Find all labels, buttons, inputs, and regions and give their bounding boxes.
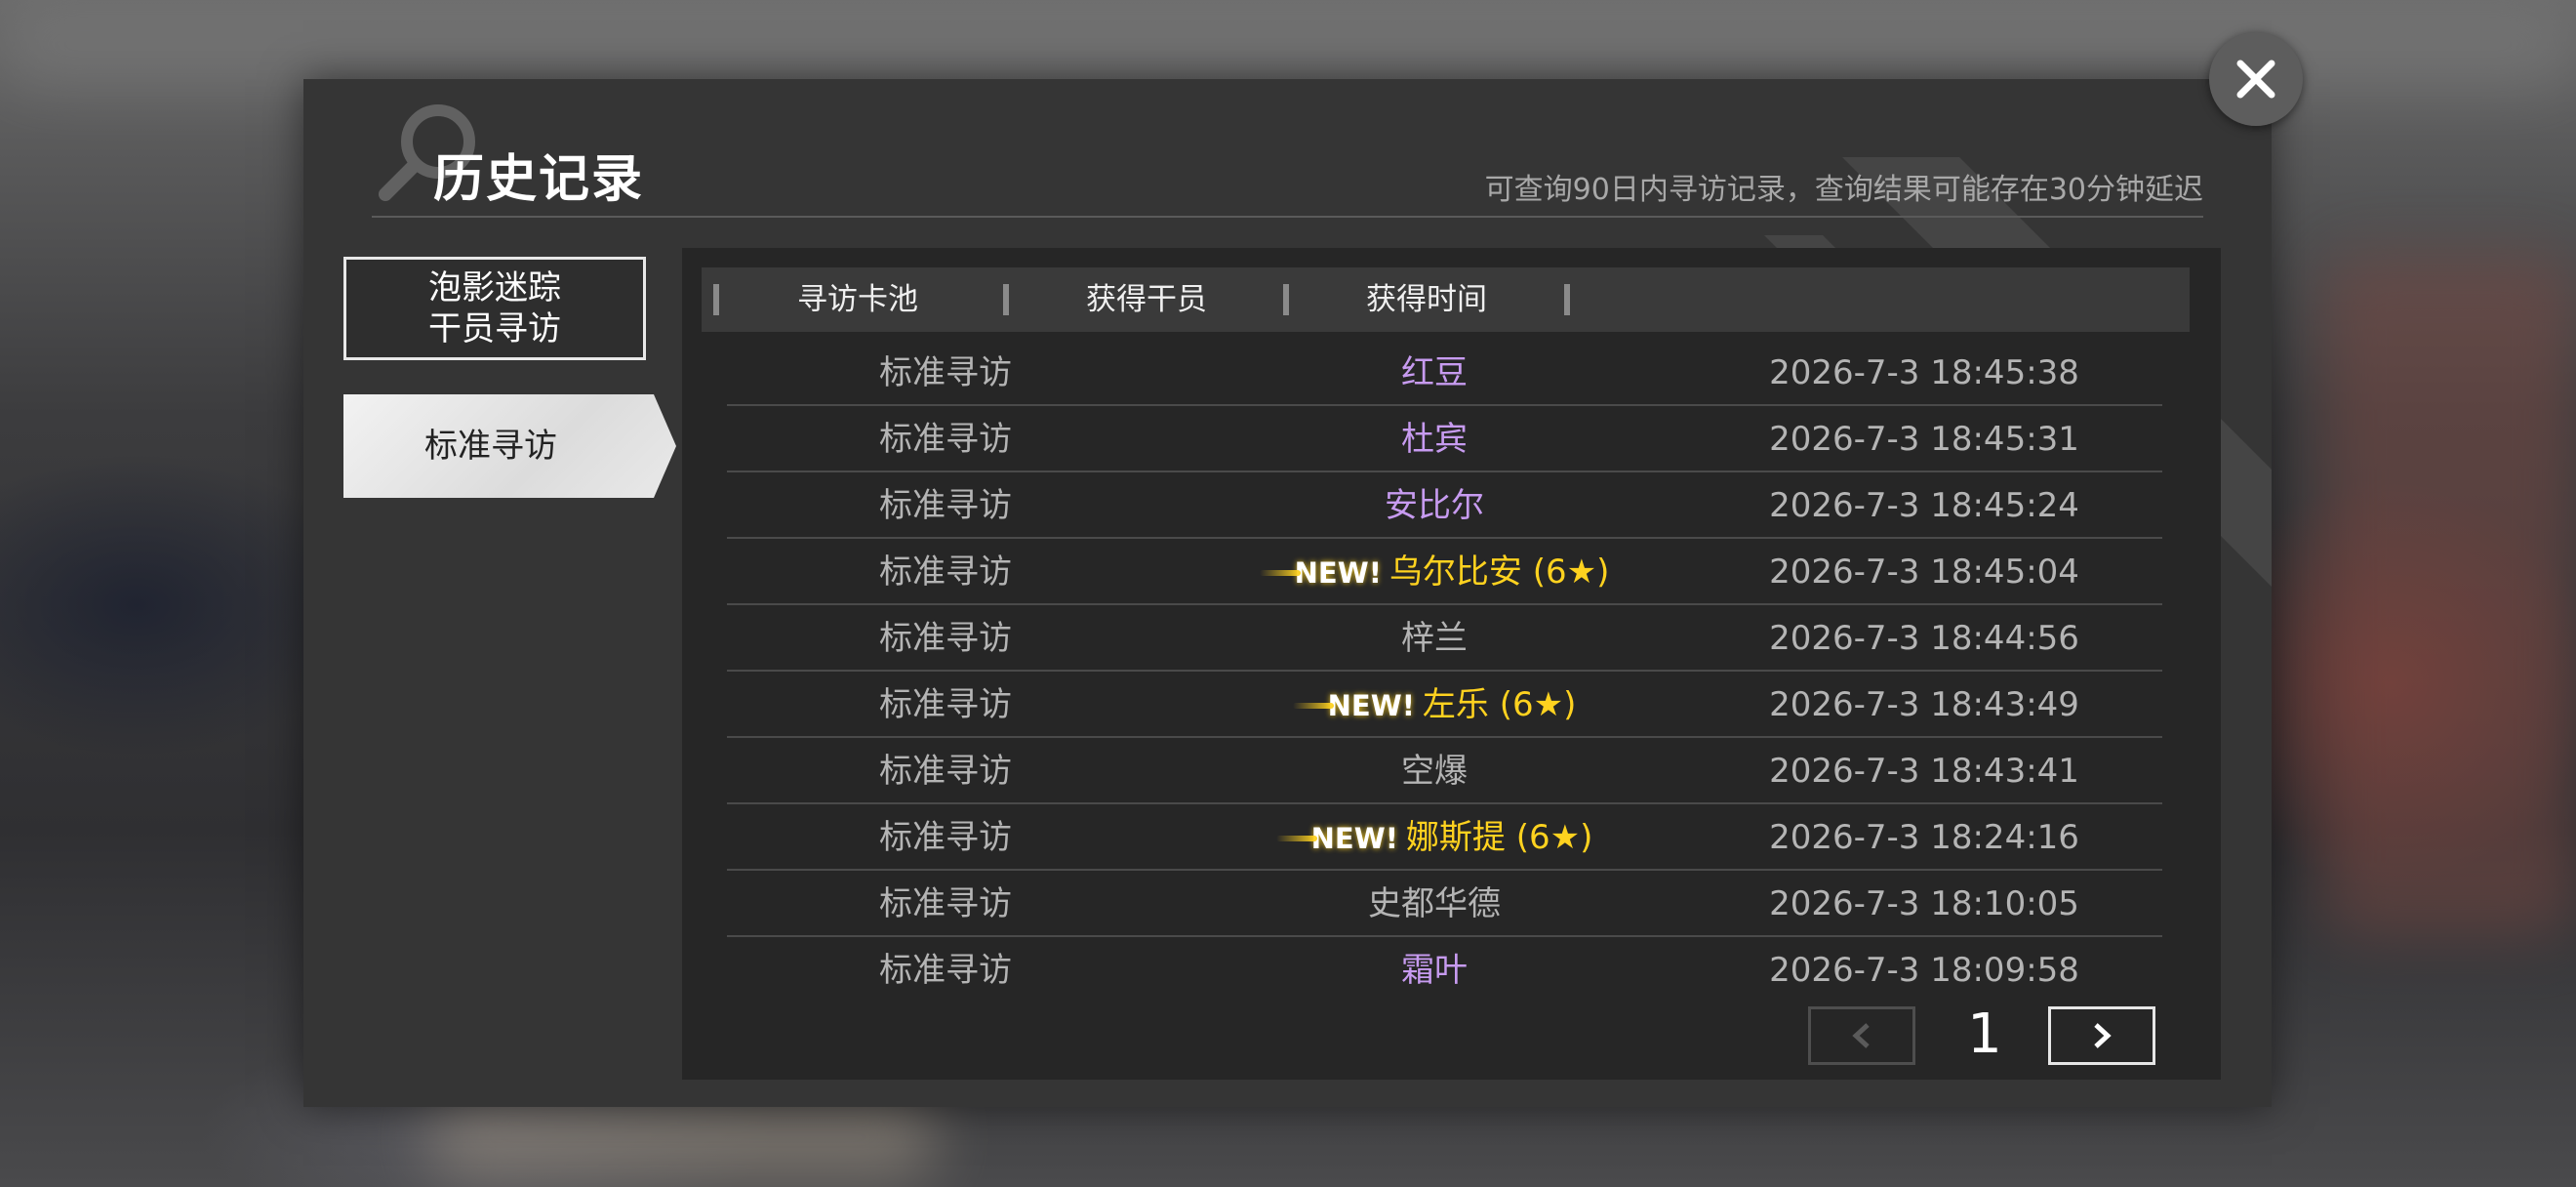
operator-name: 杜宾 <box>1401 420 1468 459</box>
cell-time: 2026-7-3 18:44:56 <box>1769 619 2079 658</box>
cell-operator: 红豆 <box>1215 340 1654 404</box>
tab-special-label-line1: 泡影迷踪 <box>428 268 561 307</box>
cell-operator: 空爆 <box>1215 738 1654 802</box>
cell-operator: 史都华德 <box>1215 871 1654 935</box>
chevron-right-icon <box>2094 1023 2112 1048</box>
records-list: 标准寻访 红豆 2026-7-3 18:45:38 标准寻访 杜宾 2026-7-3 18… <box>727 340 2162 1002</box>
cell-operator: 霜叶 <box>1215 937 1654 1002</box>
dialog-subtitle: 可查询90日内寻访记录，查询结果可能存在30分钟延迟 <box>1484 173 2203 207</box>
operator-name: 史都华德 <box>1368 884 1501 923</box>
cell-pool: 标准寻访 <box>879 951 1012 990</box>
cell-pool: 标准寻访 <box>879 752 1012 791</box>
cell-pool: 标准寻访 <box>879 420 1012 459</box>
cell-pool: 标准寻访 <box>879 353 1012 392</box>
dialog-title: 历史记录 <box>433 150 645 209</box>
new-badge: NEW! <box>1292 673 1415 739</box>
table-row: 标准寻访 红豆 2026-7-3 18:45:38 <box>727 340 2162 406</box>
tab-standard-banner[interactable]: 标准寻访 <box>343 394 676 498</box>
cell-pool: 标准寻访 <box>879 818 1012 857</box>
header-pool: 寻访卡池 <box>797 282 918 317</box>
cell-time: 2026-7-3 18:43:41 <box>1769 752 2079 791</box>
page-number: 1 <box>1967 1003 2002 1066</box>
table-row: 标准寻访 空爆 2026-7-3 18:43:41 <box>727 738 2162 804</box>
table-header: 寻访卡池 获得干员 获得时间 <box>702 267 2190 332</box>
next-page-button[interactable] <box>2048 1006 2155 1065</box>
cell-operator: 安比尔 <box>1215 472 1654 537</box>
cell-time: 2026-7-3 18:43:49 <box>1769 685 2079 724</box>
operator-name: 空爆 <box>1401 752 1468 791</box>
cell-pool: 标准寻访 <box>879 884 1012 923</box>
tab-special-banner[interactable]: 泡影迷踪 干员寻访 <box>343 257 646 360</box>
cell-pool: 标准寻访 <box>879 685 1012 724</box>
prev-page-button[interactable] <box>1808 1006 1915 1065</box>
cell-pool: 标准寻访 <box>879 553 1012 592</box>
table-row: 标准寻访 NEW! 娜斯提 (6★) 2026-7-3 18:24:16 <box>727 804 2162 871</box>
header-separator <box>1564 284 1570 315</box>
cell-time: 2026-7-3 18:10:05 <box>1769 884 2079 923</box>
background-blur-right <box>2322 254 2576 937</box>
new-badge: NEW! <box>1259 540 1382 606</box>
tab-special-label-line2: 干员寻访 <box>428 309 561 348</box>
operator-name: 梓兰 <box>1401 619 1468 658</box>
table-row: 标准寻访 梓兰 2026-7-3 18:44:56 <box>727 605 2162 672</box>
table-row: 标准寻访 NEW! 乌尔比安 (6★) 2026-7-3 18:45:04 <box>727 539 2162 605</box>
operator-name: 红豆 <box>1401 353 1468 392</box>
cell-operator: NEW! 娜斯提 (6★) <box>1215 804 1654 869</box>
cell-operator: 杜宾 <box>1215 406 1654 471</box>
header-time: 获得时间 <box>1366 282 1487 317</box>
cell-operator: NEW! 左乐 (6★) <box>1215 672 1654 736</box>
cell-time: 2026-7-3 18:45:38 <box>1769 353 2079 392</box>
cell-operator: 梓兰 <box>1215 605 1654 670</box>
operator-name: 左乐 (6★) <box>1422 685 1577 724</box>
header-separator <box>713 284 719 315</box>
table-row: 标准寻访 杜宾 2026-7-3 18:45:31 <box>727 406 2162 472</box>
header-operator: 获得干员 <box>1086 282 1207 317</box>
cell-pool: 标准寻访 <box>879 486 1012 525</box>
operator-name: 乌尔比安 (6★) <box>1389 553 1610 592</box>
title-divider <box>372 216 2203 218</box>
cell-time: 2026-7-3 18:45:24 <box>1769 486 2079 525</box>
cell-time: 2026-7-3 18:45:31 <box>1769 420 2079 459</box>
new-badge: NEW! <box>1275 805 1398 872</box>
cell-time: 2026-7-3 18:24:16 <box>1769 818 2079 857</box>
operator-name: 安比尔 <box>1385 486 1484 525</box>
close-icon <box>2236 60 2275 99</box>
background-blur-top <box>0 0 2576 88</box>
history-dialog: 历史记录 可查询90日内寻访记录，查询结果可能存在30分钟延迟 泡影迷踪 干员寻… <box>303 79 2272 1107</box>
table-row: 标准寻访 NEW! 左乐 (6★) 2026-7-3 18:43:49 <box>727 672 2162 738</box>
table-row: 标准寻访 霜叶 2026-7-3 18:09:58 <box>727 937 2162 1002</box>
cell-pool: 标准寻访 <box>879 619 1012 658</box>
cell-operator: NEW! 乌尔比安 (6★) <box>1215 539 1654 603</box>
tab-standard-label: 标准寻访 <box>424 427 557 466</box>
cell-time: 2026-7-3 18:09:58 <box>1769 951 2079 990</box>
table-row: 标准寻访 安比尔 2026-7-3 18:45:24 <box>727 472 2162 539</box>
cell-time: 2026-7-3 18:45:04 <box>1769 553 2079 592</box>
operator-name: 霜叶 <box>1401 951 1468 990</box>
chevron-left-icon <box>1852 1023 1870 1048</box>
records-panel: 寻访卡池 获得干员 获得时间 标准寻访 红豆 2026-7-3 18:45:38 标准… <box>682 248 2221 1080</box>
table-row: 标准寻访 史都华德 2026-7-3 18:10:05 <box>727 871 2162 937</box>
operator-name: 娜斯提 (6★) <box>1405 818 1593 857</box>
close-button[interactable] <box>2209 32 2303 126</box>
